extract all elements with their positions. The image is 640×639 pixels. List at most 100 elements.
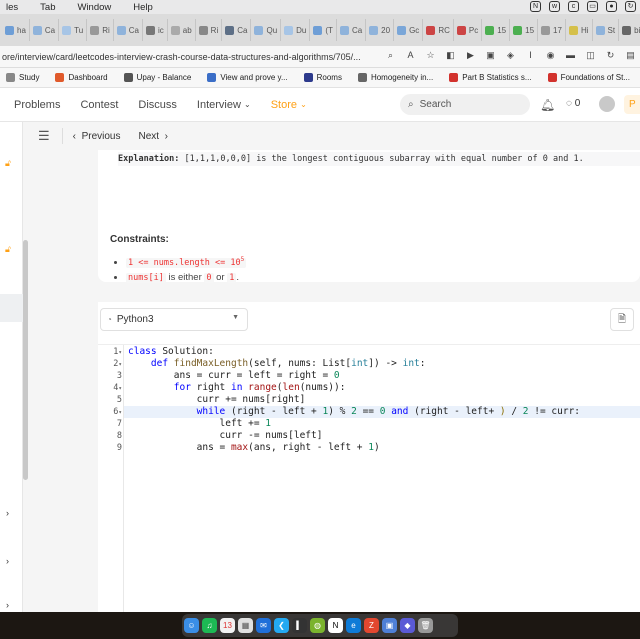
browser-tab[interactable]: Tu [59,19,88,41]
browser-tab[interactable]: bill [619,19,640,41]
next-button[interactable]: Next › [138,131,167,142]
menu-tab[interactable]: Tab [40,2,55,13]
notion-icon[interactable]: N [530,1,541,12]
zoom-icon[interactable]: ⌕ [385,50,396,61]
avatar[interactable] [599,96,615,112]
menu-files[interactable]: les [6,2,18,13]
bookmark-favicon-icon [55,73,65,82]
language-select[interactable]: ◔ Python3 ▼ [100,308,248,331]
bookmark-item[interactable]: Study [6,73,39,82]
previous-label: Previous [81,130,121,142]
notes-button[interactable]: 🗎︎ [610,308,634,331]
browser-tab[interactable]: RC [423,19,454,41]
nav-problems[interactable]: Problems [14,99,60,111]
premium-button[interactable]: P [624,95,640,114]
refresh-icon[interactable]: ↻ [605,50,616,61]
nav-discuss[interactable]: Discuss [138,99,177,111]
play-icon[interactable]: ▶ [465,50,476,61]
browser-tab[interactable]: Ca [337,19,367,41]
zotero-icon[interactable]: Z [364,618,379,633]
browser-tab[interactable]: 15 [510,19,539,41]
chevron-right-icon[interactable]: › [6,508,9,518]
browser-tab[interactable]: Ri [87,19,114,41]
browser-tab[interactable]: ic [143,19,168,41]
bookmark-item[interactable]: Part B Statistics s... [449,73,532,82]
trash-icon[interactable]: 🗑︎ [418,618,433,633]
tab-label: ha [17,25,26,35]
bookmark-item[interactable]: View and prove y... [207,73,288,82]
line-number: 1▾ [113,347,122,357]
nav-interview[interactable]: Interview ⌄ [197,99,251,111]
browser-tab[interactable]: 15 [482,19,511,41]
bookmark-item[interactable]: Rooms [303,73,342,82]
browser-tab[interactable]: Ca [114,19,143,41]
notification-bell-icon[interactable]: 🔔︎ [540,98,555,112]
extension6-icon[interactable]: ◫ [585,50,596,61]
notion-icon[interactable]: N [328,618,343,633]
collections-icon[interactable]: ▤ [625,50,636,61]
vscode-icon[interactable]: ❮ [274,618,289,633]
extension4-icon[interactable]: I [525,50,536,61]
mail-icon[interactable]: ✉ [256,618,271,633]
spotify-icon[interactable]: ♫ [202,618,217,633]
line-number: 4▾ [113,383,122,393]
tab-favicon-icon [90,25,100,35]
browser-tab[interactable]: ab [168,19,196,41]
terminal-icon[interactable]: ▍ [292,618,307,633]
extension2-icon[interactable]: ▣ [485,50,496,61]
profile-icon[interactable]: ◉ [545,50,556,61]
address-bar[interactable]: ore/interview/card/leetcodes-interview-c… [0,46,640,68]
nav-store[interactable]: Store ⌄ [271,99,307,111]
wechat-icon[interactable]: w [549,1,560,12]
chevron-right-icon[interactable]: › [6,600,9,610]
extension5-icon[interactable]: ▬ [565,50,576,61]
extension-icon[interactable]: ◧ [445,50,456,61]
read-aloud-icon[interactable]: A [405,50,416,61]
calendar-icon[interactable]: 13 [220,618,235,633]
browser-tab[interactable]: 20 [366,19,395,41]
browser-tab[interactable]: Ri [196,19,223,41]
next-label: Next [138,130,160,142]
code-editor[interactable]: 1▾ 2▾ 3 4▾ 5 6▾ 7 8 9 class Solution: de… [98,344,640,613]
extension3-icon[interactable]: ◈ [505,50,516,61]
previous-button[interactable]: ‹ Previous [73,131,121,142]
url-text[interactable]: ore/interview/card/leetcodes-interview-c… [0,52,361,62]
browser-tab[interactable]: St [593,19,620,41]
record-icon[interactable]: ● [606,1,617,12]
bookmark-item[interactable]: Foundations of St... [547,73,630,82]
browser-tab[interactable]: Pc [454,19,483,41]
menu-window[interactable]: Window [77,2,111,13]
browser-tab[interactable]: 17 [538,19,566,41]
app-icon[interactable]: ◆ [400,618,415,633]
nav-store-label: Store [270,98,297,111]
menu-help[interactable]: Help [133,2,153,13]
launchpad-icon[interactable]: ▦ [238,618,253,633]
browser-tab[interactable]: Du [281,19,311,41]
rail-selected-item[interactable] [0,294,23,322]
screen-icon[interactable]: ▭ [587,1,598,12]
bookmark-item[interactable]: Dashboard [55,73,108,82]
sync-icon[interactable]: ↻ [625,1,636,12]
tab-favicon-icon [116,25,126,35]
creative-cloud-icon[interactable]: c [568,1,579,12]
tab-label: Ca [237,25,248,35]
bookmark-item[interactable]: Upay - Balance [123,73,191,82]
wechat-icon[interactable]: ◍ [310,618,325,633]
browser-tab[interactable]: Hi [566,19,593,41]
browser-tab[interactable]: Ca [222,19,252,41]
chevron-right-icon[interactable]: › [6,556,9,566]
menu-icon[interactable]: ☰ [38,128,50,144]
browser-tab[interactable]: Qu [251,19,282,41]
finder-icon[interactable]: ☺ [184,618,199,633]
edge-icon[interactable]: e [346,618,361,633]
browser-tab[interactable]: (T [310,19,337,41]
nav-contest[interactable]: Contest [80,99,118,111]
browser-tab[interactable]: Ca [30,19,60,41]
bookmark-item[interactable]: Homogeneity in... [357,73,433,82]
browser-tab[interactable]: Gc [394,19,424,41]
favorite-icon[interactable]: ☆ [425,50,436,61]
preview-icon[interactable]: ▣ [382,618,397,633]
points-counter[interactable]: ◌ 0 [566,98,580,109]
browser-tab[interactable]: ha [2,19,30,41]
search-box[interactable]: ⌕ Search [400,94,530,115]
